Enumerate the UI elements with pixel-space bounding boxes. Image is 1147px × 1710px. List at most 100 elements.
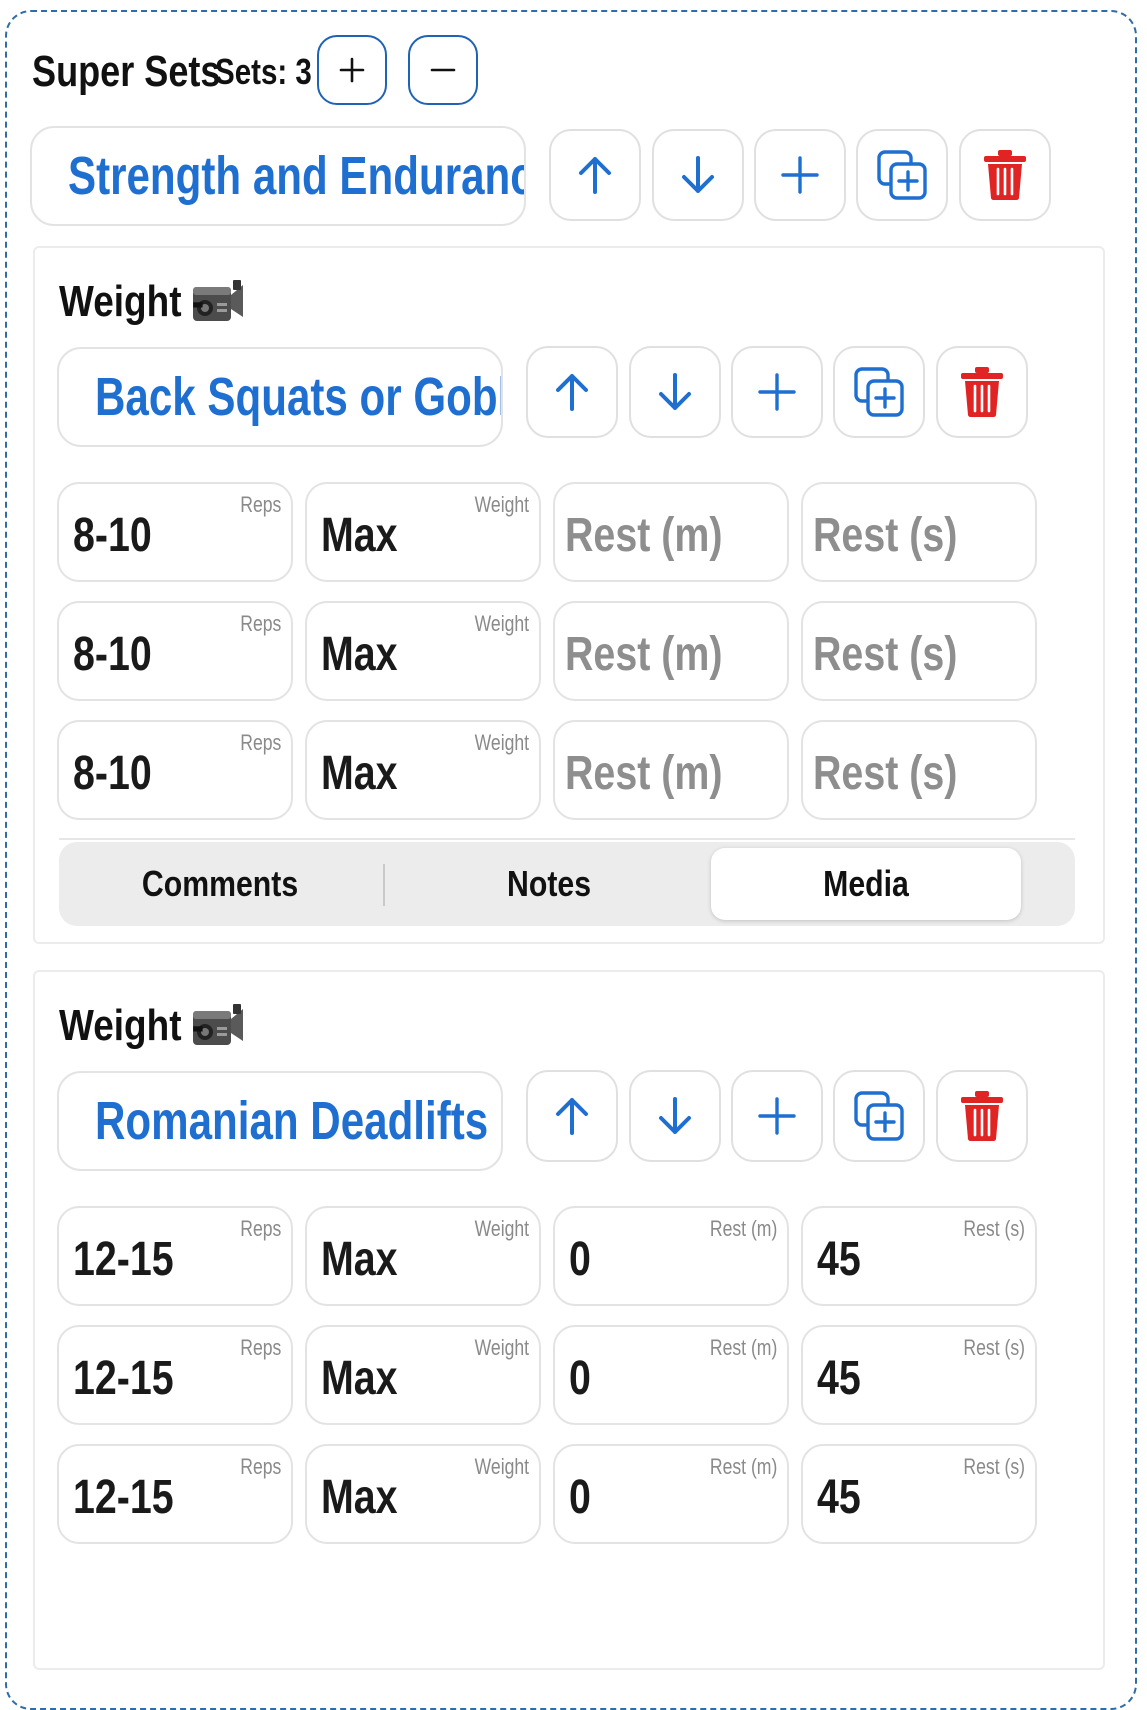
reps-value: 8-10 xyxy=(73,747,152,800)
exercise-duplicate-button[interactable] xyxy=(833,1070,925,1162)
rest-minutes-input[interactable]: Rest (m) xyxy=(553,601,789,701)
rest-minutes-input[interactable]: Rest (m) xyxy=(553,482,789,582)
rest-seconds-input[interactable]: Rest (s) 45 xyxy=(801,1206,1037,1306)
tab-comments[interactable]: Comments xyxy=(59,848,381,920)
divider xyxy=(59,838,1075,840)
arrow-down-icon xyxy=(659,373,691,410)
exercise-name: Back Squats or Goblet xyxy=(95,367,503,427)
exercise-move-up-button[interactable] xyxy=(526,346,618,438)
exercise-type-label: Weight - xyxy=(59,277,205,326)
rest-seconds-placeholder: Rest (s) xyxy=(813,509,958,562)
plus-icon xyxy=(339,57,365,83)
tab-media[interactable]: Media xyxy=(711,848,1021,920)
plus-icon xyxy=(758,1097,796,1135)
rest-minutes-input[interactable]: Rest (m) xyxy=(553,720,789,820)
rest-minutes-placeholder: Rest (m) xyxy=(565,628,723,681)
reps-input[interactable]: Reps 8-10 xyxy=(57,601,293,701)
arrow-up-icon xyxy=(579,157,611,194)
group-move-up-button[interactable] xyxy=(549,129,641,221)
group-move-down-button[interactable] xyxy=(652,129,744,221)
tab-notes-label: Notes xyxy=(506,863,592,904)
group-duplicate-button[interactable] xyxy=(856,129,948,221)
exercise-tabs: Comments Notes Media xyxy=(59,842,1075,926)
rest-seconds-input[interactable]: Rest (s) xyxy=(801,482,1037,582)
reps-input[interactable]: Reps 12-15 xyxy=(57,1325,293,1425)
rest-seconds-label: Rest (s) xyxy=(963,1335,1025,1360)
reps-label: Reps xyxy=(239,1335,281,1360)
exercise-add-button[interactable] xyxy=(731,346,823,438)
weight-input[interactable]: Weight Max xyxy=(305,720,541,820)
arrow-up-icon xyxy=(556,1098,588,1135)
reps-input[interactable]: Reps 8-10 xyxy=(57,482,293,582)
minus-icon xyxy=(430,68,456,72)
weight-value: Max xyxy=(321,509,398,562)
reps-input[interactable]: Reps 8-10 xyxy=(57,720,293,820)
weight-input[interactable]: Weight Max xyxy=(305,482,541,582)
rest-minutes-input[interactable]: Rest (m) 0 xyxy=(553,1444,789,1544)
duplicate-icon xyxy=(854,1091,904,1141)
weight-value: Max xyxy=(321,1233,398,1286)
exercise-move-down-button[interactable] xyxy=(629,346,721,438)
decrease-sets-button[interactable] xyxy=(408,35,478,105)
weight-label: Weight xyxy=(474,1216,529,1241)
reps-label: Reps xyxy=(239,611,281,636)
exercise-card: Weight - Romanian Deadlifts Reps 12-15 W… xyxy=(33,970,1105,1670)
weight-input[interactable]: Weight Max xyxy=(305,601,541,701)
exercise-delete-button[interactable] xyxy=(936,346,1028,438)
weight-input[interactable]: Weight Max xyxy=(305,1325,541,1425)
rest-seconds-input[interactable]: Rest (s) xyxy=(801,720,1037,820)
rest-seconds-placeholder: Rest (s) xyxy=(813,628,958,681)
weight-value: Max xyxy=(321,1471,398,1524)
exercise-duplicate-button[interactable] xyxy=(833,346,925,438)
reps-label: Reps xyxy=(239,730,281,755)
rest-minutes-placeholder: Rest (m) xyxy=(565,747,723,800)
tab-divider xyxy=(383,864,385,906)
exercise-name: Romanian Deadlifts xyxy=(95,1091,489,1151)
tab-notes[interactable]: Notes xyxy=(389,848,709,920)
plus-icon xyxy=(781,156,819,194)
reps-value: 8-10 xyxy=(73,509,152,562)
rest-minutes-label: Rest (m) xyxy=(709,1335,777,1360)
increase-sets-button[interactable] xyxy=(317,35,387,105)
exercise-move-up-button[interactable] xyxy=(526,1070,618,1162)
tab-comments-label: Comments xyxy=(141,863,299,904)
rest-minutes-input[interactable]: Rest (m) 0 xyxy=(553,1325,789,1425)
group-add-button[interactable] xyxy=(754,129,846,221)
reps-label: Reps xyxy=(239,1216,281,1241)
reps-input[interactable]: Reps 12-15 xyxy=(57,1444,293,1544)
reps-value: 8-10 xyxy=(73,628,152,681)
trash-icon xyxy=(961,1091,1003,1141)
trash-icon xyxy=(984,150,1026,200)
rest-minutes-input[interactable]: Rest (m) 0 xyxy=(553,1206,789,1306)
group-name-field[interactable]: Strength and Endurance xyxy=(30,126,526,226)
weight-value: Max xyxy=(321,628,398,681)
rest-seconds-input[interactable]: Rest (s) 45 xyxy=(801,1444,1037,1544)
exercise-move-down-button[interactable] xyxy=(629,1070,721,1162)
reps-value: 12-15 xyxy=(73,1233,174,1286)
group-delete-button[interactable] xyxy=(959,129,1051,221)
weight-input[interactable]: Weight Max xyxy=(305,1444,541,1544)
exercise-delete-button[interactable] xyxy=(936,1070,1028,1162)
rest-minutes-value: 0 xyxy=(569,1471,591,1524)
exercise-card: Weight - Back Squats or Goblet Reps 8-10 xyxy=(33,246,1105,944)
exercise-add-button[interactable] xyxy=(731,1070,823,1162)
rest-seconds-placeholder: Rest (s) xyxy=(813,747,958,800)
exercise-name-field[interactable]: Back Squats or Goblet xyxy=(57,347,503,447)
weight-label: Weight xyxy=(474,611,529,636)
rest-seconds-input[interactable]: Rest (s) xyxy=(801,601,1037,701)
rest-seconds-input[interactable]: Rest (s) 45 xyxy=(801,1325,1037,1425)
rest-minutes-value: 0 xyxy=(569,1352,591,1405)
exercise-type-label: Weight - xyxy=(59,1001,205,1050)
rest-minutes-label: Rest (m) xyxy=(709,1454,777,1479)
rest-minutes-label: Rest (m) xyxy=(709,1216,777,1241)
rest-seconds-label: Rest (s) xyxy=(963,1454,1025,1479)
sets-count: Sets: 3 xyxy=(215,51,312,92)
exercise-name-field[interactable]: Romanian Deadlifts xyxy=(57,1071,503,1171)
reps-input[interactable]: Reps 12-15 xyxy=(57,1206,293,1306)
trash-icon xyxy=(961,367,1003,417)
weight-label: Weight xyxy=(474,1335,529,1360)
rest-minutes-placeholder: Rest (m) xyxy=(565,509,723,562)
exercise-type: Weight - xyxy=(59,274,245,330)
super-sets-header: Super Sets Sets: 3 xyxy=(32,38,339,106)
weight-input[interactable]: Weight Max xyxy=(305,1206,541,1306)
